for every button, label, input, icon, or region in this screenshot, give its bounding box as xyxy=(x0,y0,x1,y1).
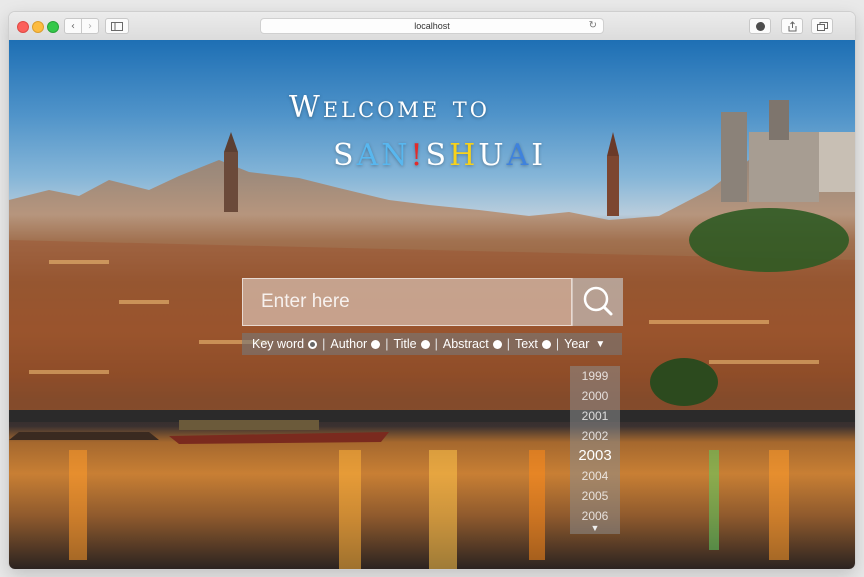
filter-option-label: Author xyxy=(330,337,368,351)
filter-option-label: Abstract xyxy=(442,337,489,351)
search-box xyxy=(242,278,573,326)
reload-icon[interactable]: ↻ xyxy=(589,20,597,31)
tabs-icon xyxy=(816,21,828,31)
filter-option-text[interactable]: Text xyxy=(515,337,551,351)
filter-option-label: Key word xyxy=(252,337,305,351)
caret-down-icon: ▼ xyxy=(595,338,606,350)
minimize-window-button[interactable] xyxy=(32,21,44,33)
radio-button[interactable] xyxy=(420,339,430,349)
filter-option-title[interactable]: Title xyxy=(393,337,430,351)
forward-button[interactable]: › xyxy=(81,18,99,34)
year-dropdown-list[interactable]: 1999 2000 2001 2002 2003 2004 2005 2006 ▼ xyxy=(570,366,620,534)
radio-button[interactable] xyxy=(371,339,381,349)
filter-option-label: Text xyxy=(514,337,538,351)
filter-separator: | xyxy=(506,337,510,351)
year-option[interactable]: 2005 xyxy=(570,486,620,506)
search-button[interactable] xyxy=(572,278,623,326)
filter-option-label: Title xyxy=(393,337,417,351)
share-button[interactable] xyxy=(781,18,803,34)
brand-letter: S xyxy=(333,138,357,173)
search-icon xyxy=(583,286,613,316)
year-option[interactable]: 1999 xyxy=(570,366,620,386)
filter-separator: | xyxy=(322,337,326,351)
radio-button[interactable] xyxy=(308,339,318,349)
close-window-button[interactable] xyxy=(17,21,29,33)
sidebar-icon xyxy=(111,21,123,31)
year-option[interactable]: 2001 xyxy=(570,406,620,426)
brand-letter: I xyxy=(531,138,547,173)
search-input[interactable] xyxy=(243,279,573,325)
brand-letter: ! xyxy=(410,138,426,173)
welcome-heading: Welcome to xyxy=(289,90,490,125)
page-content: Welcome to SAN!SHUAI Key word|Author|Tit… xyxy=(9,40,855,569)
filter-separator: | xyxy=(434,337,438,351)
radio-button[interactable] xyxy=(492,339,502,349)
chevron-right-icon: › xyxy=(88,20,92,32)
show-tabs-button[interactable] xyxy=(811,18,833,34)
year-option[interactable]: 2003 xyxy=(570,446,620,466)
brand-letter: N xyxy=(381,138,411,173)
year-select-label: Year xyxy=(564,337,590,351)
filter-separator: | xyxy=(385,337,389,351)
browser-window: ‹ › localhost ↻ + xyxy=(9,12,855,569)
downloads-button[interactable] xyxy=(749,18,771,34)
year-select[interactable]: Year ▼ xyxy=(564,337,605,351)
browser-toolbar: ‹ › localhost ↻ xyxy=(9,12,855,41)
brand-letter: A xyxy=(506,138,532,173)
year-option[interactable]: 2004 xyxy=(570,466,620,486)
year-option[interactable]: 2000 xyxy=(570,386,620,406)
brand-letter: S xyxy=(425,138,450,173)
search-filter-bar: Key word | Author | Title | Abstract | Text | Year… xyxy=(242,333,622,355)
brand-letter: H xyxy=(449,138,479,173)
chevron-left-icon: ‹ xyxy=(71,20,75,32)
back-button[interactable]: ‹ xyxy=(64,18,82,34)
radio-button[interactable] xyxy=(541,339,551,349)
filter-option-key-word[interactable]: Key word xyxy=(252,337,318,351)
zoom-window-button[interactable] xyxy=(47,21,59,33)
brand-title: SAN!SHUAI xyxy=(333,138,546,173)
scroll-down-icon[interactable]: ▼ xyxy=(570,523,620,533)
filter-option-abstract[interactable]: Abstract xyxy=(443,337,502,351)
year-option[interactable]: 2002 xyxy=(570,426,620,446)
filter-option-author[interactable]: Author xyxy=(330,337,381,351)
address-text: localhost xyxy=(414,21,450,31)
brand-letter: U xyxy=(478,138,507,173)
sidebar-toggle-button[interactable] xyxy=(105,18,129,34)
filter-separator: | xyxy=(555,337,560,351)
brand-letter: A xyxy=(356,138,382,173)
share-icon xyxy=(788,20,796,31)
download-icon xyxy=(755,21,765,31)
address-bar[interactable]: localhost ↻ xyxy=(260,18,604,34)
